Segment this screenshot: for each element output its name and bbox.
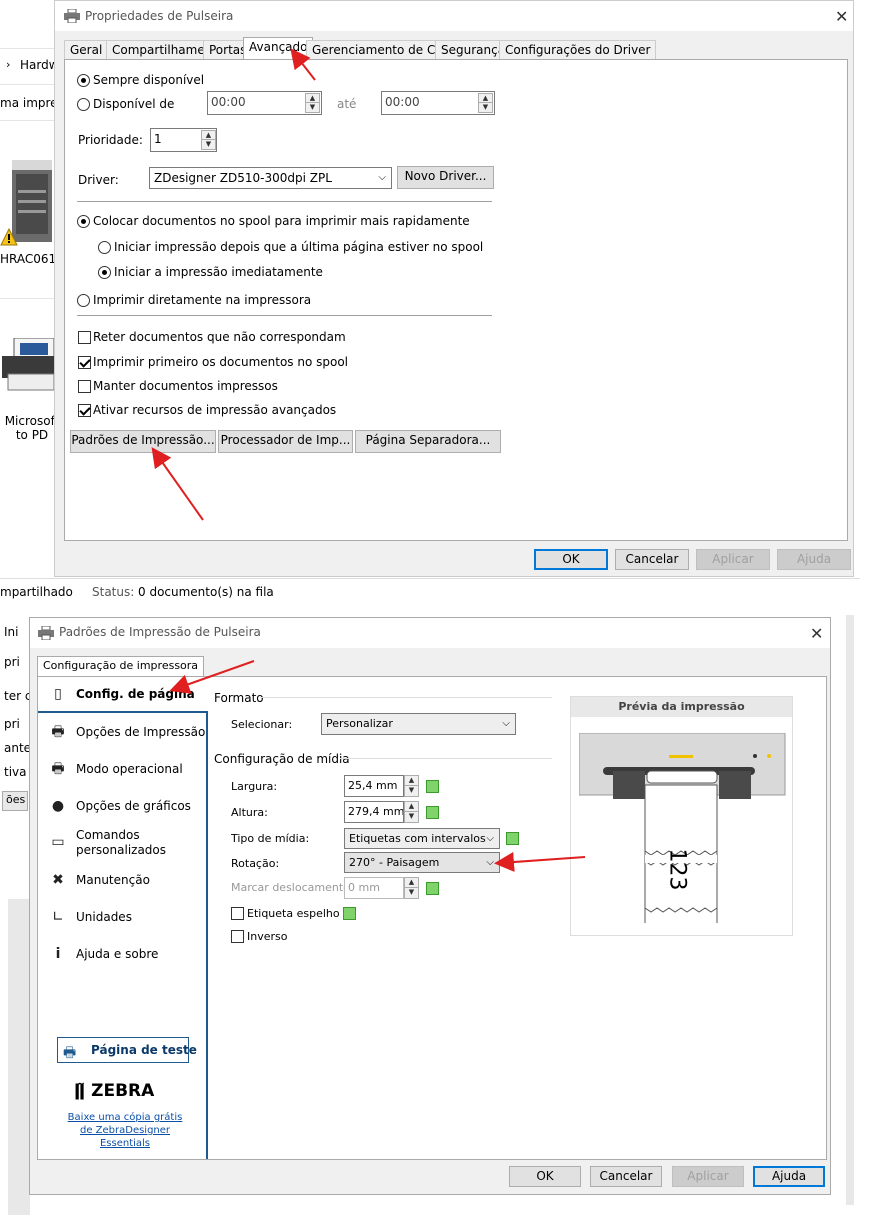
arrow-to-defaults-button: [151, 447, 204, 521]
annotation-arrows: [151, 48, 586, 872]
arrow-to-page-setup: [169, 660, 255, 694]
arrow-to-rotation: [494, 852, 586, 872]
arrow-to-advanced-tab: [290, 48, 316, 81]
